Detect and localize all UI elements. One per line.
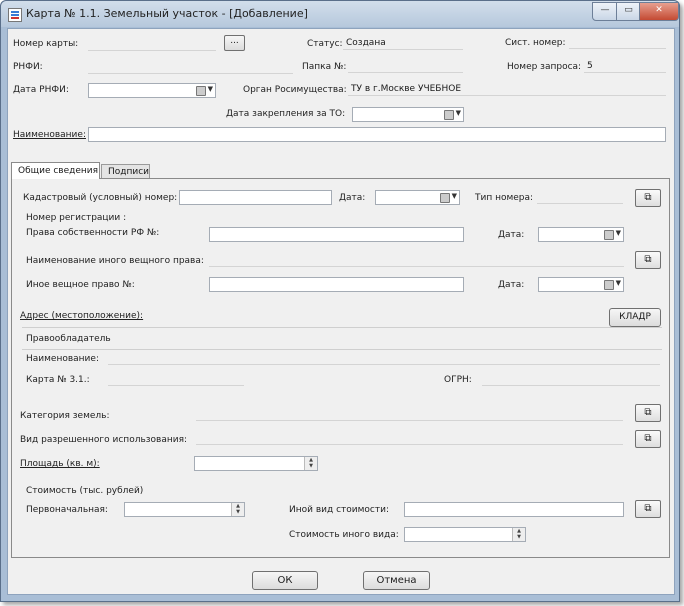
calendar-icon	[440, 193, 450, 203]
other-cost-type-label: Иной вид стоимости:	[289, 505, 389, 515]
sys-number-field	[569, 36, 666, 49]
tab-signatures[interactable]: Подписи	[101, 164, 150, 178]
cadastral-date-label: Дата:	[339, 193, 366, 203]
cancel-button[interactable]: Отмена	[363, 571, 430, 590]
sys-number-label: Сист. номер:	[505, 38, 566, 48]
ok-button[interactable]: ОК	[252, 571, 318, 590]
rf-ownership-date-label: Дата:	[498, 230, 525, 240]
calendar-icon	[196, 86, 206, 96]
rnfi-date-label: Дата РНФИ:	[13, 85, 69, 95]
other-right-name-label: Наименование иного вещного права:	[26, 256, 204, 266]
ogrn-label: ОГРН:	[444, 375, 472, 385]
land-category-label: Категория земель:	[20, 411, 110, 421]
other-right-date-label: Дата:	[498, 280, 525, 290]
card-number-field	[88, 38, 216, 51]
folder-field	[348, 60, 463, 73]
land-category-field	[196, 408, 623, 421]
rightholder-label: Правообладатель	[26, 334, 111, 344]
number-type-find-button[interactable]: ⧉	[635, 189, 661, 207]
address-label: Адрес (местоположение):	[20, 311, 144, 321]
assign-date-label: Дата закрепления за ТО:	[226, 109, 346, 119]
spin-arrows-icon[interactable]: ▲ ▼	[512, 528, 525, 541]
other-right-input[interactable]	[209, 277, 464, 292]
other-right-name-field	[209, 254, 624, 267]
rh-name-label: Наименование:	[26, 354, 99, 364]
calendar-icon	[604, 280, 614, 290]
other-cost-value-input[interactable]: ▲ ▼	[404, 527, 526, 542]
dropdown-arrow-icon: ▼	[207, 85, 213, 93]
title-bar[interactable]: Карта № 1.1. Земельный участок - [Добавл…	[1, 1, 679, 27]
binoculars-icon: ⧉	[644, 433, 652, 444]
tab-panel-general: Кадастровый (условный) номер: Дата: ▼ Ти…	[11, 178, 670, 558]
request-number-value: 5	[584, 60, 666, 73]
other-right-label: Иное вещное право №:	[26, 280, 135, 290]
rf-ownership-input[interactable]	[209, 227, 464, 242]
dropdown-arrow-icon: ▼	[455, 109, 461, 117]
request-number-label: Номер запроса:	[507, 62, 582, 72]
other-right-find-button[interactable]: ⧉	[635, 251, 661, 269]
close-button[interactable]: ✕	[639, 2, 679, 21]
assign-date-picker[interactable]: ▼	[352, 107, 464, 122]
window-title: Карта № 1.1. Земельный участок - [Добавл…	[26, 7, 308, 20]
cost-label: Стоимость (тыс. рублей)	[26, 486, 144, 496]
rightholder-divider	[22, 349, 662, 350]
area-input[interactable]: ▲ ▼	[194, 456, 318, 471]
dropdown-arrow-icon: ▼	[451, 192, 457, 200]
initial-cost-input[interactable]: ▲ ▼	[124, 502, 245, 517]
status-value: Создана	[343, 37, 463, 50]
folder-label: Папка №:	[302, 62, 347, 72]
rnfi-date-picker[interactable]: ▼	[88, 83, 216, 98]
dropdown-arrow-icon: ▼	[615, 279, 621, 287]
other-cost-find-button[interactable]: ⧉	[635, 500, 661, 518]
card-number-label: Номер карты:	[13, 39, 79, 49]
spin-arrows-icon[interactable]: ▲ ▼	[231, 503, 244, 516]
binoculars-icon: ⧉	[644, 254, 652, 265]
dialog-client-area: Номер карты: ... Статус: Создана Сист. н…	[7, 28, 675, 595]
rnfi-field	[88, 61, 293, 74]
rnfi-label: РНФИ:	[13, 62, 43, 72]
other-right-date-picker[interactable]: ▼	[538, 277, 624, 292]
rh-name-field	[108, 352, 660, 365]
land-category-find-button[interactable]: ⧉	[635, 404, 661, 422]
other-cost-type-input[interactable]	[404, 502, 624, 517]
address-field	[22, 327, 662, 328]
reg-number-label: Номер регистрации :	[26, 213, 127, 223]
status-label: Статус:	[307, 39, 343, 49]
binoculars-icon: ⧉	[644, 192, 652, 203]
maximize-button[interactable]: ▭	[616, 2, 641, 21]
calendar-icon	[604, 230, 614, 240]
card31-label: Карта № 3.1.:	[26, 375, 90, 385]
kladr-button[interactable]: КЛАДР	[609, 308, 661, 327]
card31-field	[108, 373, 244, 386]
permitted-use-field	[196, 432, 623, 445]
permitted-use-find-button[interactable]: ⧉	[635, 430, 661, 448]
area-label: Площадь (кв. м):	[20, 459, 100, 469]
ogrn-field	[482, 373, 660, 386]
cadastral-date-picker[interactable]: ▼	[375, 190, 460, 205]
initial-cost-label: Первоначальная:	[26, 505, 108, 515]
cadastral-label: Кадастровый (условный) номер:	[23, 193, 178, 203]
minimize-button[interactable]: —	[592, 2, 618, 21]
other-cost-value-label: Стоимость иного вида:	[289, 530, 399, 540]
rf-ownership-label: Права собственности РФ №:	[26, 228, 160, 238]
permitted-use-label: Вид разрешенного использования:	[20, 435, 188, 445]
organ-label: Орган Росимущества:	[243, 85, 347, 95]
rf-ownership-date-picker[interactable]: ▼	[538, 227, 624, 242]
app-icon	[8, 8, 22, 22]
spin-arrows-icon[interactable]: ▲ ▼	[304, 457, 317, 470]
dialog-window: Карта № 1.1. Земельный участок - [Добавл…	[0, 0, 680, 602]
tab-general[interactable]: Общие сведения	[11, 162, 100, 179]
binoculars-icon: ⧉	[644, 407, 652, 418]
card-number-browse-button[interactable]: ...	[224, 35, 245, 51]
binoculars-icon: ⧉	[644, 503, 652, 514]
number-type-field	[537, 191, 623, 204]
name-input[interactable]	[88, 127, 666, 142]
number-type-label: Тип номера:	[475, 193, 534, 203]
organ-value: ТУ в г.Москве УЧЕБНОЕ	[348, 83, 666, 96]
name-label: Наименование:	[13, 130, 86, 140]
calendar-icon	[444, 110, 454, 120]
dropdown-arrow-icon: ▼	[615, 229, 621, 237]
cadastral-input[interactable]	[179, 190, 332, 205]
